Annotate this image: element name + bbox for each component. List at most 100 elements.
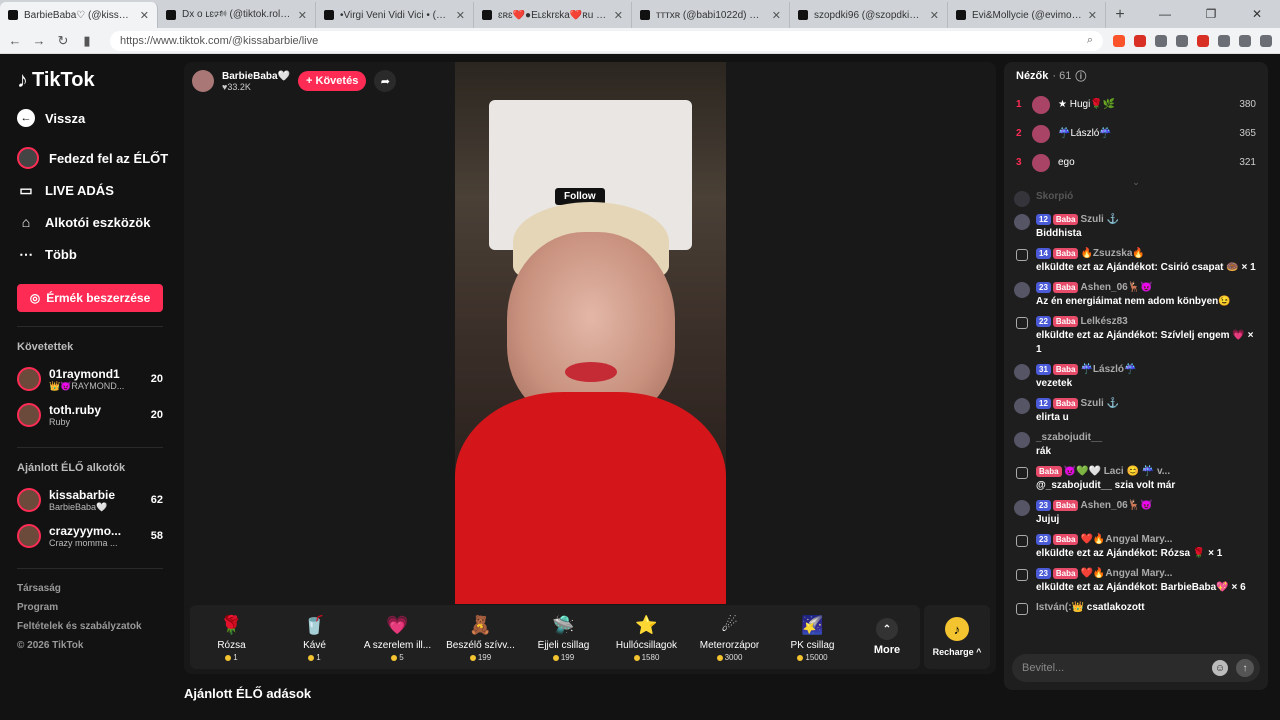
browser-tab[interactable]: szopdki96 (@szopdki96) ÉLŐ adá ✕ <box>790 2 948 28</box>
sidebar-account[interactable]: kissabarbie BarbieBaba🤍 62 <box>17 482 163 518</box>
maximize-icon[interactable]: ❐ <box>1188 0 1234 28</box>
tiktok-favicon-icon <box>482 10 492 20</box>
host-likes: ♥33.2K <box>222 81 251 92</box>
browser-tab[interactable]: ᴛᴛᴛxʀ (@babi1022d) ÉLŐ adásb ✕ <box>632 2 790 28</box>
chat-username[interactable]: Szuli ⚓ <box>1080 214 1119 225</box>
extension-icon[interactable] <box>1155 34 1167 47</box>
chat-username[interactable]: István(:👑 <box>1036 602 1084 613</box>
faded-message: Skorpió <box>1004 187 1268 210</box>
gift-item[interactable]: 🛸 Éjjeli csillag 199 <box>522 605 605 669</box>
recommended-title: Ajánlott ÉLŐ alkotók <box>17 462 126 474</box>
footer-link[interactable]: Társaság <box>17 583 178 602</box>
sidebar-nav-item[interactable]: Fedezd fel az ÉLŐT <box>17 142 178 174</box>
gift-item[interactable]: ☄ Meterorzápor 3000 <box>688 605 771 669</box>
back-link[interactable]: ← Vissza <box>17 102 178 134</box>
chat-message-body: 22 Baba Lelkész83 elküldte ezt az Ajándékot… <box>1036 315 1258 357</box>
tab-close-icon[interactable]: ✕ <box>930 9 939 22</box>
sidebar-nav-item[interactable]: ▭ LIVE ADÁS <box>17 174 178 206</box>
sidebar-account[interactable]: 01raymond1 👑😈RAYMOND... 20 <box>17 361 163 397</box>
avatar[interactable] <box>1014 214 1030 230</box>
browser-tab[interactable]: Dx o ʟɛ🕬 (@tiktok.roli) ÉLŐ adá ✕ <box>158 2 316 28</box>
viewers-header[interactable]: Nézők · 61 ⓘ <box>1004 62 1268 90</box>
send-icon[interactable]: ↑ <box>1236 659 1254 677</box>
chat-username[interactable]: ☔László☔ <box>1080 364 1136 375</box>
chat-username[interactable]: ❤️🔥Angyal Mary... <box>1080 534 1172 545</box>
bookmark-icon[interactable]: ▮ <box>80 33 94 49</box>
top-viewer-row[interactable]: 2 ☔László☔ 365 <box>1004 119 1268 148</box>
chevron-down-icon[interactable]: ⌄ <box>1004 177 1268 187</box>
brave-shield-icon[interactable] <box>1113 34 1125 47</box>
avatar[interactable] <box>1014 398 1030 414</box>
browser-tab[interactable]: ɛʀɛ❤️●Eʟɛkrɛka❤️ʀu (@eurekaeuri ✕ <box>474 2 632 28</box>
gift-item[interactable]: 🧸 Beszélő szívv... 199 <box>439 605 522 669</box>
avatar[interactable] <box>1014 364 1030 380</box>
tab-close-icon[interactable]: ✕ <box>298 9 307 22</box>
top-viewer-row[interactable]: 1 ★ Hugi🌹🌿 380 <box>1004 90 1268 119</box>
tiktok-logo[interactable]: ♪ TikTok <box>17 66 178 94</box>
sidebar-nav-item[interactable]: ⌂ Alkotói eszközök <box>17 206 178 238</box>
chat-message-body: 23 Baba ❤️🔥Angyal Mary... elküldte ezt az A… <box>1036 533 1258 561</box>
browser-tab[interactable]: •Virgi Veni Vidi Vici • (@virgivenivic ✕ <box>316 2 474 28</box>
zoom-icon[interactable]: ⌕ <box>1087 34 1093 47</box>
chat-username[interactable]: _szabojudit__ <box>1036 432 1102 443</box>
url-field[interactable]: https://www.tiktok.com/@kissabarbie/live… <box>110 30 1103 51</box>
info-icon[interactable]: ⓘ <box>1075 68 1086 84</box>
extension-icon[interactable] <box>1197 34 1209 47</box>
gift-icon: 🧸 <box>469 614 492 635</box>
chat-username[interactable]: Ashen_06🦌😈 <box>1080 500 1152 511</box>
emoji-icon[interactable]: ☺ <box>1212 660 1228 676</box>
avatar[interactable] <box>1014 500 1030 516</box>
gift-item[interactable]: ⭐ Hullócsillagok 1580 <box>605 605 688 669</box>
chat-username[interactable]: Ashen_06🦌😈 <box>1080 282 1152 293</box>
live-avatar-icon <box>17 147 39 169</box>
sidebar-account[interactable]: crazyyymo... Crazy momma ... 58 <box>17 518 163 554</box>
browser-tab[interactable]: BarbieBaba♡ (@kissabarbi ✕ <box>0 2 158 28</box>
avatar[interactable] <box>1014 282 1030 298</box>
gift-item[interactable]: 🌠 PK csillag 15000 <box>771 605 854 669</box>
host-name[interactable]: BarbieBaba🤍 <box>222 71 290 82</box>
rewards-icon[interactable] <box>1134 34 1146 47</box>
host-avatar[interactable] <box>192 70 214 92</box>
chat-text: Jujuj <box>1036 514 1060 525</box>
top-viewer-row[interactable]: 3 ego 321 <box>1004 148 1268 177</box>
extension-icon[interactable] <box>1176 34 1188 47</box>
account-subtitle: BarbieBaba🤍 <box>49 501 108 512</box>
browser-tab[interactable]: Evi&Mollycie (@evimolly2) ÉLŐ adá ✕ <box>948 2 1106 28</box>
chat-username[interactable]: ❤️🔥Angyal Mary... <box>1080 568 1172 579</box>
get-coins-button[interactable]: ◎ Érmék beszerzése <box>17 284 163 312</box>
footer-link[interactable]: Program <box>17 602 178 621</box>
menu-icon[interactable] <box>1260 34 1272 47</box>
tab-close-icon[interactable]: ✕ <box>140 9 149 22</box>
reload-icon[interactable]: ↻ <box>56 33 70 49</box>
chat-input[interactable]: Bevitel... ☺ ↑ <box>1012 654 1260 682</box>
chat-username[interactable]: 🔥Zsuzska🔥 <box>1080 248 1144 259</box>
puzzle-icon[interactable] <box>1218 34 1230 47</box>
more-gifts-button[interactable]: ⌃ More <box>854 605 920 669</box>
tab-close-icon[interactable]: ✕ <box>1088 9 1097 22</box>
new-tab-button[interactable]: + <box>1106 2 1134 28</box>
tab-close-icon[interactable]: ✕ <box>772 9 781 22</box>
avatar[interactable] <box>1014 432 1030 448</box>
chat-username[interactable]: 😈💚🤍 Laci 😊 ☔ v... <box>1064 466 1171 477</box>
chat-message-body: Baba 😈💚🤍 Laci 😊 ☔ v... @_szabojudit__ szia… <box>1036 465 1258 493</box>
tab-close-icon[interactable]: ✕ <box>614 9 623 22</box>
gift-item[interactable]: 💗 A szerelem ill... 5 <box>356 605 439 669</box>
sidebar-nav-item[interactable]: ⋯ Több <box>17 238 178 270</box>
sidebar: ♪ TikTok ← Vissza Fedezd fel az ÉLŐT ▭ LIV… <box>0 54 178 720</box>
gift-item[interactable]: 🌹 Rózsa 1 <box>190 605 273 669</box>
follow-button[interactable]: + Követés <box>298 71 367 91</box>
back-icon[interactable]: ← <box>8 33 22 48</box>
share-icon[interactable]: ➦ <box>374 70 397 92</box>
tab-close-icon[interactable]: ✕ <box>456 9 465 22</box>
close-window-icon[interactable]: ✕ <box>1234 0 1280 28</box>
chat-username[interactable]: Lelkész83 <box>1080 316 1127 327</box>
live-video[interactable]: Follow <box>455 62 726 604</box>
sidebar-account[interactable]: toth.ruby Ruby 20 <box>17 397 163 433</box>
forward-icon[interactable]: → <box>32 33 46 48</box>
sidebar-toggle-icon[interactable] <box>1239 34 1251 47</box>
gift-item[interactable]: 🥤 Kávé 1 <box>273 605 356 669</box>
footer-link[interactable]: Feltételek és szabályzatok <box>17 621 178 640</box>
minimize-icon[interactable]: — <box>1142 0 1188 28</box>
recharge-button[interactable]: ♪ Recharge ^ <box>924 605 990 669</box>
chat-username[interactable]: Szuli ⚓ <box>1080 398 1119 409</box>
